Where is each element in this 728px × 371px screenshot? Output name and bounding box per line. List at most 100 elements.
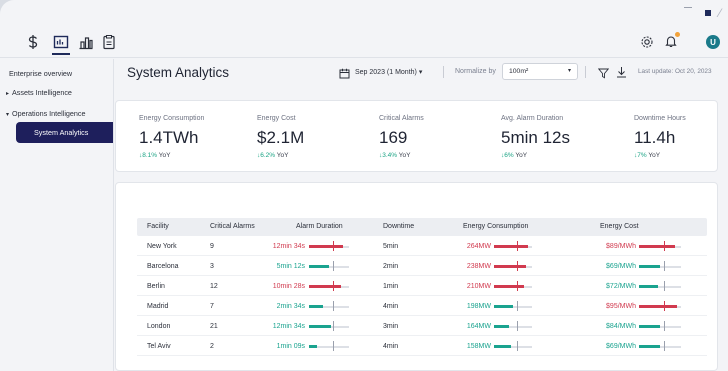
cell-duration-bar-fill — [309, 345, 317, 348]
divider — [585, 66, 586, 78]
kpi-delta: ↓6% YoY — [501, 152, 528, 159]
app-window: ⁄ U Enterprise overview ▸ Assets Intellig… — [0, 0, 728, 371]
cell-cost-bar-marker — [664, 321, 665, 331]
table-row[interactable]: Barcelona 3 2min 5min 12s 238MW $69/MWh — [137, 257, 707, 276]
cell-energy-bar-fill — [494, 305, 513, 308]
cell-cost-bar-marker — [664, 341, 665, 351]
column-header-energy-cost[interactable]: Energy Cost — [600, 223, 639, 230]
chevron-down-icon: ▾ — [418, 69, 423, 76]
cell-cost-bar-fill — [639, 325, 660, 328]
kpi-value: $2.1M — [257, 128, 305, 147]
filter-icon[interactable] — [597, 66, 610, 79]
cell-duration-value: 12min 34s — [272, 243, 305, 250]
cell-energy-bar-fill — [494, 345, 511, 348]
cell-facility: Tel Aviv — [147, 343, 171, 350]
cell-duration-value: 10min 28s — [272, 283, 305, 290]
cell-facility: Berlin — [147, 283, 165, 290]
kpi-summary-card: Energy Consumption 1.4TWh ↓8.1% YoY Ener… — [115, 100, 718, 172]
cell-downtime: 4min — [383, 343, 399, 350]
kpi-label: Downtime Hours — [634, 115, 686, 122]
download-icon[interactable] — [616, 65, 627, 78]
kpi-value: 1.4TWh — [139, 128, 199, 147]
cell-duration-bar-fill — [309, 325, 331, 328]
maximize-icon[interactable] — [705, 10, 711, 16]
table-row[interactable]: Tel Aviv 2 4min 1min 09s 158MW $69/MWh — [137, 337, 707, 356]
cell-cost-value: $72/MWh — [606, 283, 636, 290]
last-update-text: Last update: Oct 20, 2023 — [638, 68, 712, 75]
cell-duration-bar-fill — [309, 265, 329, 268]
cell-cost-value: $69/MWh — [606, 343, 636, 350]
cell-energy-bar-fill — [494, 285, 524, 288]
cell-energy-bar-fill — [494, 265, 526, 268]
sidebar-item-label: Assets Intelligence — [12, 88, 72, 97]
cell-duration-value: 2min 34s — [276, 303, 305, 310]
table-row[interactable]: London 21 3min 12min 34s 164MW $84/MWh — [137, 317, 707, 336]
kpi-label: Energy Cost — [257, 115, 296, 122]
table-row[interactable]: Berlin 12 1min 10min 28s 210MW $72/MWh — [137, 277, 707, 296]
settings-icon[interactable] — [640, 35, 654, 49]
sidebar-item-assets-intelligence[interactable]: ▸ Assets Intelligence — [6, 88, 72, 97]
dashboard-icon[interactable] — [53, 34, 69, 50]
kpi-label: Energy Consumption — [139, 115, 205, 122]
top-nav — [0, 28, 728, 58]
cell-cost-bar-marker — [664, 301, 665, 311]
kpi-delta: ↓8.1% YoY — [139, 152, 171, 159]
cell-energy-value: 198MW — [466, 303, 491, 310]
cell-cost-value: $84/MWh — [606, 323, 636, 330]
avatar[interactable]: U — [706, 35, 720, 49]
normalize-select[interactable]: 100m² — [502, 63, 578, 80]
sidebar: Enterprise overview ▸ Assets Intelligence… — [0, 59, 114, 371]
divider — [443, 66, 444, 78]
minimize-icon[interactable] — [684, 7, 692, 8]
cell-duration-value: 1min 09s — [276, 343, 305, 350]
column-header-alarm-duration[interactable]: Alarm Duration — [296, 223, 343, 230]
kpi-delta: ↓6.2% YoY — [257, 152, 289, 159]
kpi-delta: ↓7% YoY — [634, 152, 661, 159]
sidebar-item-operations-intelligence[interactable]: ▾ Operations Intelligence — [6, 109, 86, 118]
dollar-icon[interactable] — [25, 34, 41, 50]
cell-downtime: 3min — [383, 323, 399, 330]
cell-duration-bar-marker — [333, 341, 334, 351]
cell-duration-bar-marker — [333, 301, 334, 311]
cell-energy-value: 158MW — [466, 343, 491, 350]
cell-critical-alarms: 12 — [210, 283, 218, 290]
sidebar-item-enterprise-overview[interactable]: Enterprise overview — [9, 69, 72, 78]
cell-critical-alarms: 3 — [210, 263, 214, 270]
cell-downtime: 4min — [383, 303, 399, 310]
close-icon[interactable]: ⁄ — [719, 6, 721, 20]
cell-cost-bar-fill — [639, 265, 660, 268]
cell-duration-bar-marker — [333, 281, 334, 291]
table-row[interactable]: New York 9 5min 12min 34s 264MW $89/MWh — [137, 237, 707, 256]
page-title: System Analytics — [127, 65, 230, 80]
column-header-facility[interactable]: Facility — [147, 223, 169, 230]
cell-energy-bar-fill — [494, 325, 509, 328]
cell-cost-bar-fill — [639, 285, 658, 288]
sidebar-item-system-analytics[interactable]: System Analytics — [16, 122, 113, 143]
cell-facility: London — [147, 323, 171, 330]
cell-energy-bar-marker — [517, 321, 518, 331]
cell-duration-bar-marker — [333, 321, 334, 331]
table-row[interactable]: Madrid 7 4min 2min 34s 198MW $95/MWh — [137, 297, 707, 316]
building-icon[interactable] — [78, 34, 94, 50]
cell-downtime: 1min — [383, 283, 399, 290]
column-header-critical-alarms[interactable]: Critical Alarms — [210, 223, 255, 230]
sidebar-item-label: Enterprise overview — [9, 69, 73, 78]
sidebar-item-label: System Analytics — [34, 128, 89, 137]
cell-cost-value: $89/MWh — [606, 243, 636, 250]
clipboard-icon[interactable] — [101, 34, 117, 50]
kpi-delta: ↓3.4% YoY — [379, 152, 411, 159]
cell-cost-bar-fill — [639, 345, 660, 348]
cell-energy-bar-fill — [494, 245, 528, 248]
nav-active-indicator — [52, 53, 70, 55]
column-header-downtime[interactable]: Downtime — [383, 223, 414, 230]
cell-energy-bar-marker — [517, 301, 518, 311]
cell-duration-bar-fill — [309, 285, 341, 288]
normalize-value: 100m² — [509, 68, 529, 75]
calendar-icon[interactable] — [339, 66, 350, 79]
cell-cost-bar-marker — [664, 281, 665, 291]
column-header-energy-consumption[interactable]: Energy Consumption — [463, 223, 528, 230]
date-range-selector[interactable]: Sep 2023 (1 Month) ▾ — [355, 68, 422, 76]
cell-critical-alarms: 2 — [210, 343, 214, 350]
chevron-down-icon: ▾ — [568, 68, 572, 74]
title-bar: ⁄ — [0, 0, 728, 28]
